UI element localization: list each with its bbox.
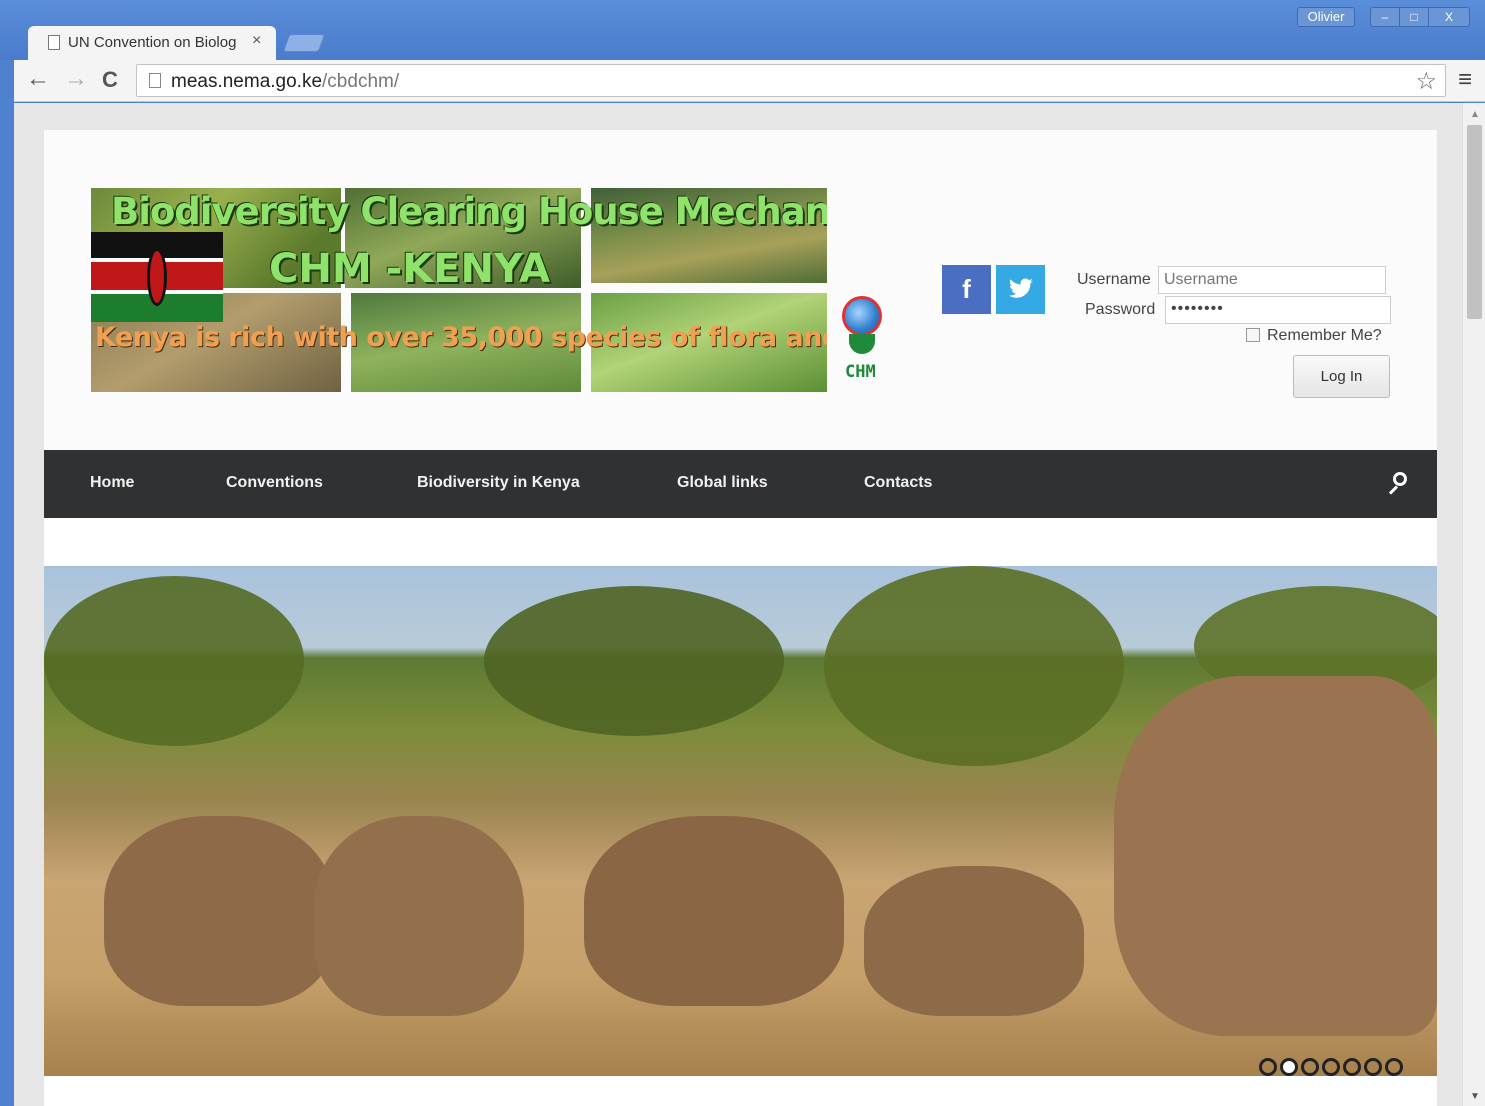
slider-dot[interactable] [1385,1058,1403,1076]
chm-logo[interactable]: CHM [839,296,885,390]
browser-window: Olivier – □ X UN Convention on Biolog × … [0,0,1485,1106]
address-bar[interactable]: meas.nema.go.ke/cbdchm/ ☆ [136,64,1446,97]
slider-dot[interactable] [1322,1058,1340,1076]
elephant-shape [1114,676,1437,1036]
tree-shape [484,586,784,736]
profile-button[interactable]: Olivier [1297,7,1355,27]
close-window-button[interactable]: X [1428,7,1470,27]
minimize-button[interactable]: – [1370,7,1400,27]
elephant-shape [864,866,1084,1016]
nav-item-home[interactable]: Home [90,474,134,492]
main-nav: Home Conventions Biodiversity in Kenya G… [44,450,1437,518]
slider-dot[interactable] [1280,1058,1298,1076]
back-arrow-icon[interactable]: ← [26,65,50,93]
slider-dot[interactable] [1259,1058,1277,1076]
username-field[interactable] [1158,266,1386,294]
scroll-up-arrow-icon[interactable]: ▲ [1470,109,1480,120]
twitter-icon[interactable] [996,265,1045,314]
log-in-button[interactable]: Log In [1293,355,1390,398]
tab-title: UN Convention on Biolog [68,34,237,51]
kenya-flag-icon [91,232,223,322]
site-banner[interactable]: Biodiversity Clearing House Mechanism CH… [91,188,827,392]
chm-logo-text: CHM [845,362,876,382]
hero-slider-image[interactable] [44,566,1437,1076]
scroll-thumb[interactable] [1467,125,1482,319]
site-header: Biodiversity Clearing House Mechanism CH… [44,130,1437,450]
bookmark-star-icon[interactable]: ☆ [1415,67,1437,96]
tree-shape [44,576,304,746]
url-path: /cbdchm/ [322,71,400,92]
facebook-icon[interactable]: f [942,265,991,314]
elephant-shape [314,816,524,1016]
title-bar: Olivier – □ X UN Convention on Biolog × [0,0,1485,60]
leaf-icon [849,334,875,354]
tab-close-icon[interactable]: × [252,32,261,50]
password-label: Password [1085,301,1156,318]
hamburger-menu-icon[interactable]: ≡ [1458,66,1472,94]
elephant-shape [104,816,334,1006]
vertical-scrollbar[interactable]: ▲ ▼ [1462,103,1485,1106]
page-viewport: Biodiversity Clearing House Mechanism CH… [14,103,1462,1106]
search-icon[interactable] [1387,470,1409,495]
remember-me-checkbox[interactable] [1246,328,1260,342]
password-field[interactable]: •••••••• [1165,296,1391,324]
nav-item-contacts[interactable]: Contacts [864,474,932,492]
globe-icon [842,296,882,336]
page-icon [149,73,161,88]
slider-dot[interactable] [1343,1058,1361,1076]
username-label: Username [1077,271,1151,288]
page-container: Biodiversity Clearing House Mechanism CH… [44,130,1437,1106]
nav-item-biodiversity-in-kenya[interactable]: Biodiversity in Kenya [417,474,580,492]
nav-item-conventions[interactable]: Conventions [226,474,323,492]
browser-tab[interactable]: UN Convention on Biolog × [28,26,276,60]
slider-dot[interactable] [1364,1058,1382,1076]
url-text: meas.nema.go.ke/cbdchm/ [171,71,399,93]
banner-title: Biodiversity Clearing House Mechanism [111,190,827,233]
forward-arrow-icon[interactable]: → [64,65,88,93]
reload-icon[interactable]: C [102,67,118,93]
slider-dot[interactable] [1301,1058,1319,1076]
maximize-button[interactable]: □ [1399,7,1429,27]
tree-shape [824,566,1124,766]
elephant-shape [584,816,844,1006]
url-host: meas.nema.go.ke [171,71,323,92]
nav-item-global-links[interactable]: Global links [677,474,768,492]
remember-me-label[interactable]: Remember Me? [1267,327,1382,345]
scroll-down-arrow-icon[interactable]: ▼ [1470,1091,1480,1102]
banner-tagline: Kenya is rich with over 35,000 species o… [95,322,827,353]
slider-dots [1259,1058,1403,1076]
new-tab-button[interactable] [282,34,326,52]
banner-subtitle: CHM -KENYA [269,246,551,292]
browser-toolbar: ← → C meas.nema.go.ke/cbdchm/ ☆ ≡ [14,60,1485,102]
page-icon [48,35,60,50]
